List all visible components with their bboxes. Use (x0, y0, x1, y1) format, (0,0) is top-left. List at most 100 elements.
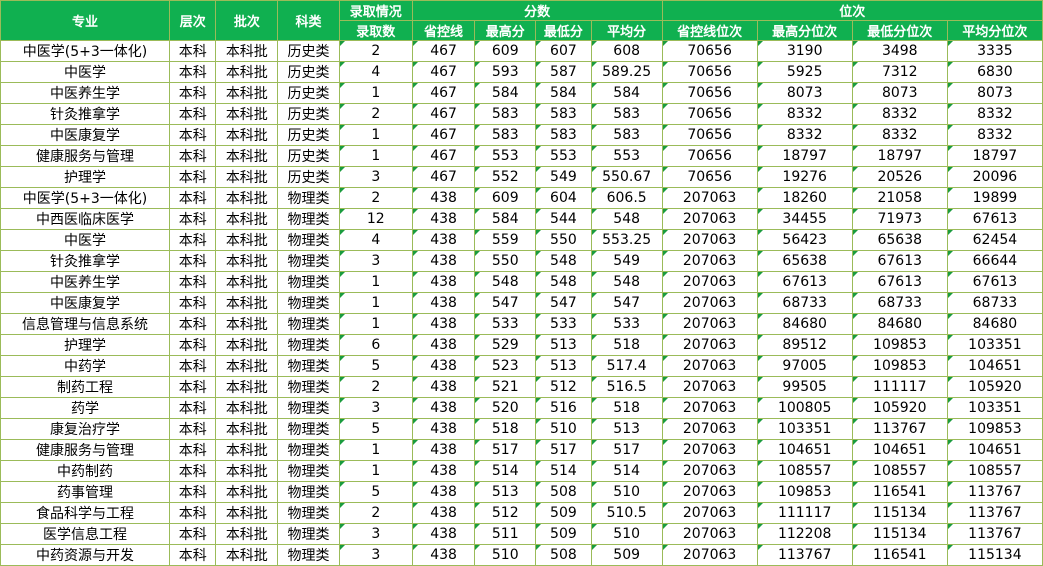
cell-batch[interactable]: 本科批 (215, 124, 279, 146)
cell-max-score[interactable]: 584 (474, 208, 537, 230)
cell-avg-rank[interactable]: 68733 (946, 292, 1043, 314)
cell-max-rank[interactable]: 113767 (756, 544, 853, 566)
cell-major[interactable]: 针灸推拿学 (0, 103, 170, 125)
cell-control-line[interactable]: 438 (411, 544, 476, 566)
cell-max-rank[interactable]: 100805 (756, 397, 853, 419)
cell-max-score[interactable]: 609 (474, 187, 537, 209)
cell-min-score[interactable]: 509 (535, 523, 592, 545)
cell-category[interactable]: 物理类 (277, 334, 340, 356)
cell-max-score[interactable]: 511 (474, 523, 537, 545)
cell-level[interactable]: 本科 (168, 61, 217, 83)
header-control-line[interactable]: 省控线 (411, 20, 476, 41)
cell-avg-rank[interactable]: 103351 (946, 334, 1043, 356)
cell-max-score[interactable]: 513 (474, 481, 537, 503)
cell-major[interactable]: 中医康复学 (0, 124, 170, 146)
cell-admission-count[interactable]: 2 (338, 376, 413, 398)
cell-control-line[interactable]: 438 (411, 502, 476, 524)
cell-admission-count[interactable]: 2 (338, 502, 413, 524)
cell-control-line[interactable]: 438 (411, 397, 476, 419)
cell-avg-score[interactable]: 533 (590, 313, 663, 335)
cell-min-rank[interactable]: 7312 (851, 61, 948, 83)
cell-admission-count[interactable]: 1 (338, 292, 413, 314)
cell-max-rank[interactable]: 84680 (756, 313, 853, 335)
cell-admission-count[interactable]: 5 (338, 481, 413, 503)
cell-control-line[interactable]: 467 (411, 124, 476, 146)
cell-min-score[interactable]: 583 (535, 103, 592, 125)
cell-min-score[interactable]: 587 (535, 61, 592, 83)
cell-min-score[interactable]: 514 (535, 460, 592, 482)
cell-max-score[interactable]: 517 (474, 439, 537, 461)
cell-category[interactable]: 物理类 (277, 418, 340, 440)
cell-control-line[interactable]: 467 (411, 40, 476, 62)
cell-control-rank[interactable]: 207063 (661, 187, 758, 209)
cell-max-score[interactable]: 583 (474, 103, 537, 125)
cell-category[interactable]: 物理类 (277, 460, 340, 482)
cell-control-rank[interactable]: 207063 (661, 439, 758, 461)
cell-min-score[interactable]: 513 (535, 355, 592, 377)
header-control-rank[interactable]: 省控线位次 (661, 20, 758, 41)
cell-admission-count[interactable]: 1 (338, 145, 413, 167)
cell-level[interactable]: 本科 (168, 544, 217, 566)
cell-major[interactable]: 制药工程 (0, 376, 170, 398)
cell-max-rank[interactable]: 103351 (756, 418, 853, 440)
cell-max-rank[interactable]: 111117 (756, 502, 853, 524)
cell-max-score[interactable]: 593 (474, 61, 537, 83)
cell-min-rank[interactable]: 116541 (851, 481, 948, 503)
cell-max-score[interactable]: 533 (474, 313, 537, 335)
header-batch[interactable]: 批次 (215, 0, 279, 41)
cell-level[interactable]: 本科 (168, 481, 217, 503)
cell-batch[interactable]: 本科批 (215, 229, 279, 251)
cell-batch[interactable]: 本科批 (215, 61, 279, 83)
cell-control-rank[interactable]: 207063 (661, 250, 758, 272)
cell-avg-score[interactable]: 583 (590, 124, 663, 146)
cell-min-score[interactable]: 508 (535, 481, 592, 503)
cell-batch[interactable]: 本科批 (215, 460, 279, 482)
cell-min-rank[interactable]: 105920 (851, 397, 948, 419)
cell-batch[interactable]: 本科批 (215, 481, 279, 503)
cell-max-score[interactable]: 552 (474, 166, 537, 188)
cell-admission-count[interactable]: 1 (338, 313, 413, 335)
header-level[interactable]: 层次 (168, 0, 217, 41)
cell-min-score[interactable]: 544 (535, 208, 592, 230)
cell-avg-score[interactable]: 510 (590, 523, 663, 545)
cell-avg-score[interactable]: 514 (590, 460, 663, 482)
cell-control-rank[interactable]: 207063 (661, 502, 758, 524)
cell-max-rank[interactable]: 8332 (756, 124, 853, 146)
cell-category[interactable]: 物理类 (277, 313, 340, 335)
cell-avg-score[interactable]: 548 (590, 208, 663, 230)
cell-max-rank[interactable]: 3190 (756, 40, 853, 62)
cell-control-rank[interactable]: 207063 (661, 334, 758, 356)
cell-category[interactable]: 物理类 (277, 544, 340, 566)
cell-max-rank[interactable]: 56423 (756, 229, 853, 251)
cell-category[interactable]: 历史类 (277, 124, 340, 146)
header-min-score[interactable]: 最低分 (535, 20, 592, 41)
cell-max-score[interactable]: 518 (474, 418, 537, 440)
cell-min-score[interactable]: 533 (535, 313, 592, 335)
cell-max-score[interactable]: 547 (474, 292, 537, 314)
cell-max-score[interactable]: 550 (474, 250, 537, 272)
cell-category[interactable]: 历史类 (277, 145, 340, 167)
cell-min-score[interactable]: 584 (535, 82, 592, 104)
cell-min-score[interactable]: 583 (535, 124, 592, 146)
cell-major[interactable]: 康复治疗学 (0, 418, 170, 440)
cell-batch[interactable]: 本科批 (215, 439, 279, 461)
cell-avg-rank[interactable]: 84680 (946, 313, 1043, 335)
header-max-score[interactable]: 最高分 (474, 20, 537, 41)
cell-avg-rank[interactable]: 8073 (946, 82, 1043, 104)
cell-avg-score[interactable]: 589.25 (590, 61, 663, 83)
header-admission-top[interactable]: 录取情况 (338, 0, 413, 21)
cell-level[interactable]: 本科 (168, 250, 217, 272)
cell-category[interactable]: 历史类 (277, 103, 340, 125)
cell-major[interactable]: 中医学(5+3一体化) (0, 187, 170, 209)
cell-avg-score[interactable]: 518 (590, 397, 663, 419)
cell-avg-rank[interactable]: 62454 (946, 229, 1043, 251)
cell-control-line[interactable]: 438 (411, 376, 476, 398)
cell-avg-rank[interactable]: 108557 (946, 460, 1043, 482)
cell-control-rank[interactable]: 70656 (661, 61, 758, 83)
cell-category[interactable]: 物理类 (277, 502, 340, 524)
cell-min-rank[interactable]: 8073 (851, 82, 948, 104)
cell-avg-score[interactable]: 518 (590, 334, 663, 356)
cell-level[interactable]: 本科 (168, 313, 217, 335)
cell-control-line[interactable]: 467 (411, 166, 476, 188)
cell-avg-rank[interactable]: 6830 (946, 61, 1043, 83)
